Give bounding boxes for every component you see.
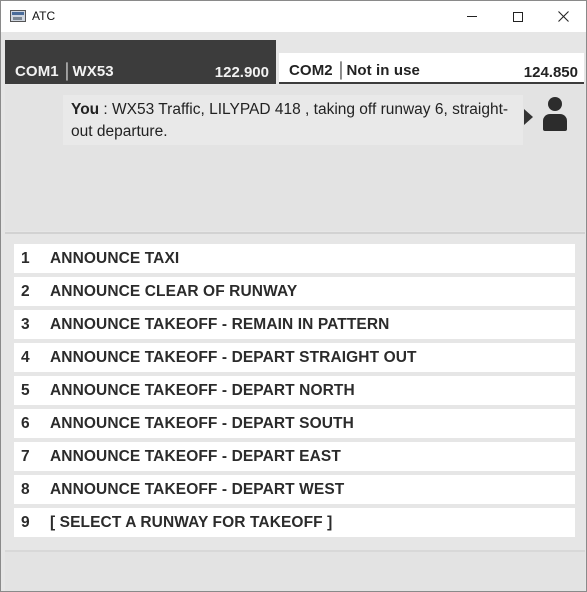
com1-frequency: 122.900	[214, 64, 269, 81]
minimize-button[interactable]	[449, 1, 495, 32]
option-item[interactable]: 6 ANNOUNCE TAKEOFF - DEPART SOUTH	[14, 409, 575, 438]
com2-frequency: 124.850	[523, 64, 578, 81]
window-title: ATC	[32, 9, 56, 23]
option-number: 2	[21, 282, 30, 300]
option-item[interactable]: 5 ANNOUNCE TAKEOFF - DEPART NORTH	[14, 376, 575, 405]
option-item[interactable]: 8 ANNOUNCE TAKEOFF - DEPART WEST	[14, 475, 575, 504]
message-bubble: You : WX53 Traffic, LILYPAD 418 , taking…	[63, 95, 523, 145]
option-label: ANNOUNCE TAKEOFF - DEPART SOUTH	[50, 414, 354, 432]
close-button[interactable]	[540, 1, 586, 32]
option-number: 1	[21, 249, 30, 267]
option-number: 3	[21, 315, 30, 333]
option-item[interactable]: 4 ANNOUNCE TAKEOFF - DEPART STRAIGHT OUT	[14, 343, 575, 372]
divider	[5, 232, 585, 234]
close-icon	[557, 11, 569, 22]
message-text: WX53 Traffic, LILYPAD 418 , taking off r…	[71, 101, 509, 140]
option-number: 6	[21, 414, 30, 432]
message-speaker: You	[71, 101, 100, 118]
option-number: 4	[21, 348, 30, 366]
option-label: ANNOUNCE CLEAR OF RUNWAY	[50, 282, 298, 300]
com1-label: COM1 │WX53	[15, 63, 114, 80]
footer-bar	[5, 552, 585, 591]
com2-tab[interactable]: COM2 │Not in use 124.850	[279, 53, 584, 84]
com1-tab[interactable]: COM1 │WX53 122.900	[5, 40, 276, 84]
option-number: 8	[21, 480, 30, 498]
minimize-icon	[467, 16, 477, 17]
options-list: 1 ANNOUNCE TAXI 2 ANNOUNCE CLEAR OF RUNW…	[14, 244, 575, 541]
option-item[interactable]: 2 ANNOUNCE CLEAR OF RUNWAY	[14, 277, 575, 306]
option-item[interactable]: 7 ANNOUNCE TAKEOFF - DEPART EAST	[14, 442, 575, 471]
message-area: You : WX53 Traffic, LILYPAD 418 , taking…	[5, 85, 585, 231]
com2-label: COM2 │Not in use	[289, 62, 420, 79]
option-number: 9	[21, 513, 30, 531]
option-number: 7	[21, 447, 30, 465]
title-bar[interactable]: ATC	[1, 1, 586, 32]
option-item[interactable]: 3 ANNOUNCE TAKEOFF - REMAIN IN PATTERN	[14, 310, 575, 339]
user-icon-body	[543, 114, 567, 131]
option-label: ANNOUNCE TAKEOFF - DEPART STRAIGHT OUT	[50, 348, 417, 366]
option-label: ANNOUNCE TAKEOFF - REMAIN IN PATTERN	[50, 315, 390, 333]
option-label: ANNOUNCE TAKEOFF - DEPART EAST	[50, 447, 341, 465]
option-label: [ SELECT A RUNWAY FOR TAKEOFF ]	[50, 513, 333, 531]
maximize-icon	[513, 11, 523, 22]
option-label: ANNOUNCE TAKEOFF - DEPART NORTH	[50, 381, 355, 399]
app-window-icon	[10, 10, 26, 22]
atc-window: ATC COM1 │WX53 122.900 COM2 │Not in use …	[0, 0, 587, 592]
message-separator: :	[99, 101, 113, 118]
option-number: 5	[21, 381, 30, 399]
user-icon	[543, 97, 567, 131]
option-label: ANNOUNCE TAKEOFF - DEPART WEST	[50, 480, 345, 498]
option-item[interactable]: 9 [ SELECT A RUNWAY FOR TAKEOFF ]	[14, 508, 575, 537]
option-item[interactable]: 1 ANNOUNCE TAXI	[14, 244, 575, 273]
maximize-button[interactable]	[495, 1, 541, 32]
user-icon-head	[548, 97, 562, 111]
play-icon[interactable]	[524, 109, 533, 125]
option-label: ANNOUNCE TAXI	[50, 249, 180, 267]
